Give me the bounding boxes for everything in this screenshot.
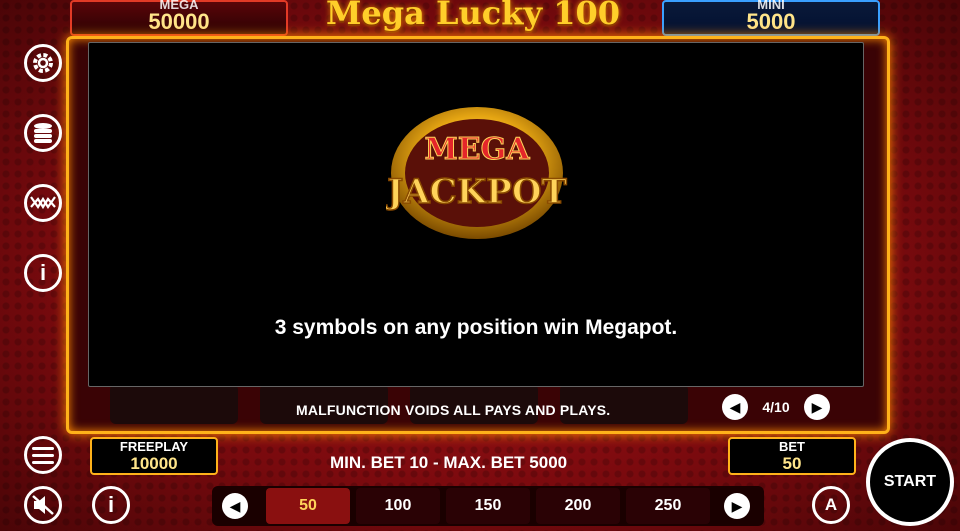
start-label: START	[883, 473, 937, 490]
freeplay-value: 10000	[130, 454, 178, 473]
mega-jackpot-logo: MEGA JACKPOT	[383, 101, 568, 243]
malfunction-notice: MALFUNCTION VOIDS ALL PAYS AND PLAYS.	[296, 402, 611, 418]
paylines-icon[interactable]	[24, 184, 62, 222]
bet-decrease-button[interactable]: ◀	[222, 493, 248, 519]
bet-option[interactable]: 150	[446, 488, 530, 524]
reel-peek	[110, 384, 238, 424]
freeplay-display: FREEPLAY 10000	[90, 437, 218, 475]
mega-jackpot-display: MEGA 50000	[70, 0, 288, 36]
paytable-modal: MEGA JACKPOT 3 symbols on any position w…	[88, 42, 864, 387]
bet-option[interactable]: 250	[626, 488, 710, 524]
autoplay-icon[interactable]: A	[812, 486, 850, 524]
bet-label: BET	[779, 439, 805, 454]
logo-mega-text: MEGA	[425, 132, 531, 167]
prev-page-button[interactable]: ◀	[722, 394, 748, 420]
bet-display: BET 50	[728, 437, 856, 475]
mega-jackpot-value: 50000	[148, 9, 210, 34]
paytable-pagination: ◀ 4/10 ▶	[722, 394, 830, 420]
start-button[interactable]: START	[866, 438, 954, 526]
gear-icon[interactable]	[24, 44, 62, 82]
bet-option[interactable]: 50	[266, 488, 350, 524]
info-icon[interactable]: i	[24, 254, 62, 292]
game-info-icon[interactable]: i	[92, 486, 130, 524]
bet-range: MIN. BET 10 - MAX. BET 5000	[330, 453, 568, 472]
bet-selector: ◀ 50 100 150 200 250 ▶	[212, 486, 764, 526]
menu-icon[interactable]	[24, 436, 62, 474]
paytable-description: 3 symbols on any position win Megapot.	[274, 316, 678, 339]
game-title: Mega Lucky 100	[326, 0, 620, 32]
bet-increase-button[interactable]: ▶	[724, 493, 750, 519]
mini-jackpot-value: 5000	[746, 9, 796, 34]
mini-jackpot-display: MINI 5000	[662, 0, 880, 36]
bet-option[interactable]: 100	[356, 488, 440, 524]
bet-option[interactable]: 200	[536, 488, 620, 524]
freeplay-label: FREEPLAY	[119, 439, 189, 454]
logo-jackpot-text: JACKPOT	[386, 172, 567, 212]
sound-mute-icon[interactable]	[24, 486, 62, 524]
coins-icon[interactable]	[24, 114, 62, 152]
bet-value: 50	[782, 454, 802, 473]
page-indicator: 4/10	[762, 399, 790, 415]
next-page-button[interactable]: ▶	[804, 394, 830, 420]
mini-jackpot-label: MINI	[757, 0, 785, 12]
mega-jackpot-label: MEGA	[159, 0, 199, 12]
